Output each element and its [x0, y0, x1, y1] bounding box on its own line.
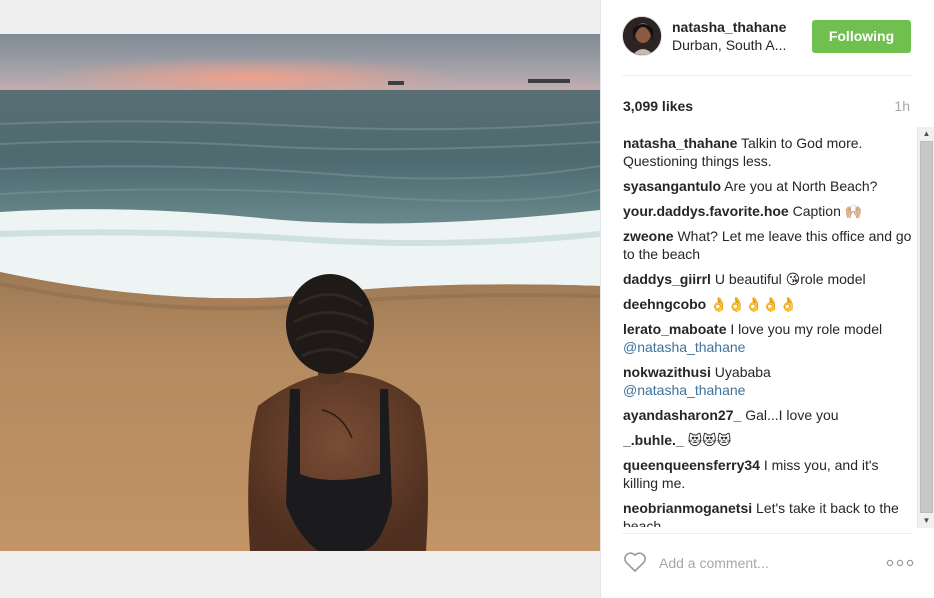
list-item: deehngcobo 👌👌👌👌👌 — [623, 295, 915, 313]
post-username[interactable]: natasha_thahane — [672, 19, 786, 35]
comment-user[interactable]: zweone — [623, 228, 674, 244]
comment-text: U beautiful 😘role model — [714, 271, 866, 287]
comment-user[interactable]: queenqueensferry34 — [623, 457, 760, 473]
more-dots-icon — [886, 559, 914, 567]
scroll-thumb[interactable] — [920, 141, 933, 513]
comment-text: Gal...I love you — [745, 407, 839, 423]
list-item: queenqueensferry34 I miss you, and it's … — [623, 456, 915, 492]
list-item: your.daddys.favorite.hoe Caption 🙌🏼 — [623, 202, 915, 220]
footer-divider — [622, 533, 912, 534]
comment-user[interactable]: natasha_thahane — [623, 135, 737, 151]
comment-user[interactable]: _.buhle._ — [623, 432, 684, 448]
scroll-up-arrow-icon[interactable]: ▲ — [920, 128, 933, 140]
list-item: syasangantulo Are you at North Beach? — [623, 177, 915, 195]
list-item: _.buhle._ 😻😻😻 — [623, 431, 915, 449]
list-item: ayandasharon27_ Gal...I love you — [623, 406, 915, 424]
comment-mention[interactable]: @natasha_thahane — [623, 339, 745, 355]
comment-mention[interactable]: @natasha_thahane — [623, 382, 745, 398]
comment-user[interactable]: ayandasharon27_ — [623, 407, 741, 423]
comment-text: Caption 🙌🏼 — [792, 203, 863, 219]
avatar-image — [623, 17, 661, 55]
post-header: natasha_thahane Durban, South A... Follo… — [601, 0, 934, 76]
beach-photo-image — [0, 34, 600, 551]
heart-outline-icon[interactable] — [623, 551, 647, 573]
comment-text: Are you at North Beach? — [724, 178, 878, 194]
list-item: natasha_thahane Talkin to God more. Ques… — [623, 134, 915, 170]
following-button[interactable]: Following — [812, 20, 911, 53]
post-time[interactable]: 1h — [894, 98, 910, 114]
list-item: lerato_maboate I love you my role model … — [623, 320, 915, 356]
comment-text: 👌👌👌👌👌 — [710, 296, 798, 312]
list-item: daddys_giirrl U beautiful 😘role model — [623, 270, 915, 288]
comment-user[interactable]: lerato_maboate — [623, 321, 726, 337]
comment-user[interactable]: neobrianmoganetsi — [623, 500, 752, 516]
post-location[interactable]: Durban, South A... — [672, 37, 794, 53]
avatar[interactable] — [622, 16, 662, 56]
list-item: nokwazithusi Uyababa @natasha_thahane — [623, 363, 915, 399]
comment-text: 😻😻😻 — [687, 432, 732, 448]
comment-text: I love you my role model — [730, 321, 883, 337]
comment-user[interactable]: deehngcobo — [623, 296, 706, 312]
scroll-down-arrow-icon[interactable]: ▼ — [920, 515, 933, 527]
comments-scrollbar[interactable]: ▲ ▼ — [917, 127, 934, 528]
add-comment-input[interactable] — [659, 553, 839, 573]
post-photo[interactable] — [0, 34, 600, 551]
likes-count[interactable]: 3,099 likes — [623, 98, 693, 114]
comments-list: natasha_thahane Talkin to God more. Ques… — [623, 134, 915, 527]
more-options-icon[interactable] — [886, 558, 914, 568]
comment-user[interactable]: your.daddys.favorite.hoe — [623, 203, 789, 219]
list-item: neobrianmoganetsi Let's take it back to … — [623, 499, 915, 527]
comment-user[interactable]: syasangantulo — [623, 178, 721, 194]
list-item: zweone What? Let me leave this office an… — [623, 227, 915, 263]
post-details-panel: natasha_thahane Durban, South A... Follo… — [600, 0, 934, 598]
comment-text: Uyababa — [714, 364, 771, 380]
header-divider — [622, 75, 912, 76]
comment-user[interactable]: daddys_giirrl — [623, 271, 711, 287]
comment-user[interactable]: nokwazithusi — [623, 364, 711, 380]
